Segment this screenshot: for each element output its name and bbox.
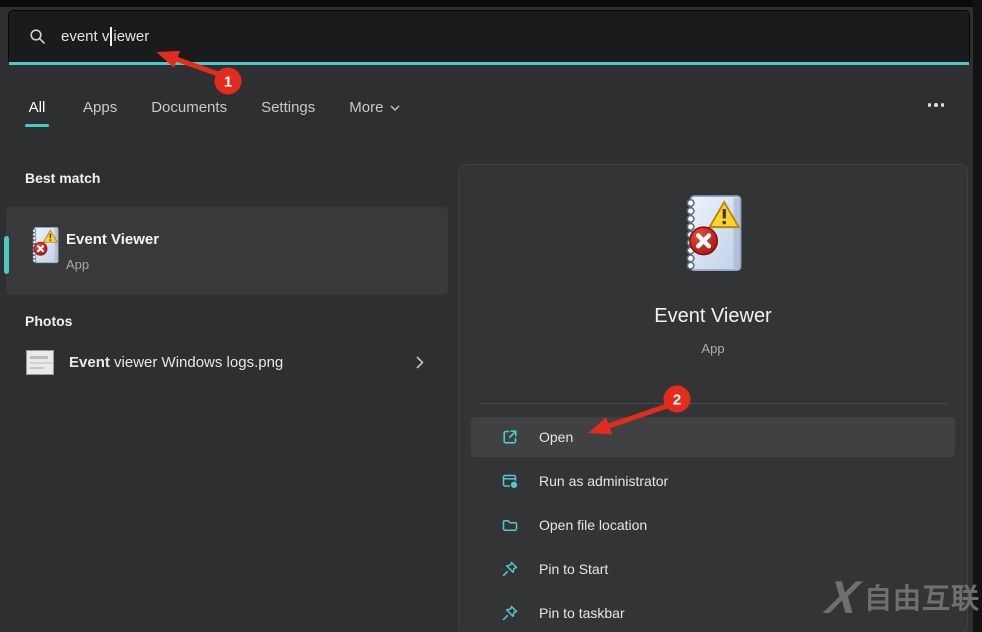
photo-result-title: Event viewer Windows logs.png xyxy=(69,354,283,371)
tab-documents[interactable]: Documents xyxy=(151,99,227,127)
admin-shield-icon xyxy=(501,472,519,490)
selection-indicator xyxy=(4,236,9,274)
more-options-icon[interactable] xyxy=(927,103,944,107)
preview-panel: Event Viewer App Open Run as administrat… xyxy=(458,164,968,632)
text-caret xyxy=(110,27,113,46)
tab-more[interactable]: More xyxy=(349,99,400,127)
pin-to-taskbar-label: Pin to taskbar xyxy=(539,605,625,621)
search-filter-tabs: All Apps Documents Settings More xyxy=(25,99,400,127)
search-query[interactable]: event v iewer xyxy=(61,27,149,46)
open-label: Open xyxy=(539,429,574,445)
watermark-text: 自由互联 xyxy=(863,583,980,614)
site-watermark: X 自由互联 xyxy=(819,571,980,623)
folder-icon xyxy=(501,516,519,534)
search-text-after-caret: iewer xyxy=(113,28,150,45)
open-button[interactable]: Open xyxy=(471,417,955,457)
pin-icon xyxy=(501,604,519,622)
best-match-subtitle: App xyxy=(66,257,90,272)
search-icon xyxy=(29,28,46,45)
pin-icon xyxy=(501,560,519,578)
pin-to-start-label: Pin to Start xyxy=(539,561,609,577)
photo-thumbnail-icon xyxy=(26,349,54,375)
event-viewer-icon xyxy=(31,226,60,264)
right-border xyxy=(973,0,982,632)
run-as-administrator-button[interactable]: Run as administrator xyxy=(471,461,955,501)
search-input[interactable]: event v iewer xyxy=(8,10,970,65)
run-as-administrator-label: Run as administrator xyxy=(539,473,669,489)
chevron-right-icon[interactable] xyxy=(416,355,424,369)
best-match-heading: Best match xyxy=(25,170,101,186)
active-tab-indicator xyxy=(25,124,49,127)
search-text-before-caret: event v xyxy=(61,28,110,45)
windows-search-flyout: event v iewer All Apps Documents Setting… xyxy=(0,0,982,632)
top-border xyxy=(0,0,982,7)
preview-title: Event Viewer xyxy=(654,305,772,327)
chevron-down-icon xyxy=(390,105,400,111)
best-match-result[interactable] xyxy=(6,207,448,295)
divider xyxy=(479,403,947,404)
search-accent-underline xyxy=(9,62,969,65)
photo-title-match: Event xyxy=(69,353,110,371)
photo-title-rest: viewer Windows logs.png xyxy=(109,353,284,371)
open-external-icon xyxy=(501,428,519,446)
best-match-title[interactable]: Event Viewer xyxy=(66,231,159,248)
open-file-location-button[interactable]: Open file location xyxy=(471,505,955,545)
preview-subtitle: App xyxy=(701,341,725,356)
tab-apps[interactable]: Apps xyxy=(83,99,117,127)
event-viewer-large-icon xyxy=(675,191,751,277)
photos-result-row[interactable]: Event viewer Windows logs.png xyxy=(6,338,448,386)
step-1-badge: 1 xyxy=(224,74,232,91)
tab-all[interactable]: All xyxy=(25,99,49,127)
photos-heading: Photos xyxy=(25,313,73,329)
tab-settings[interactable]: Settings xyxy=(261,99,315,127)
open-file-location-label: Open file location xyxy=(539,517,648,533)
